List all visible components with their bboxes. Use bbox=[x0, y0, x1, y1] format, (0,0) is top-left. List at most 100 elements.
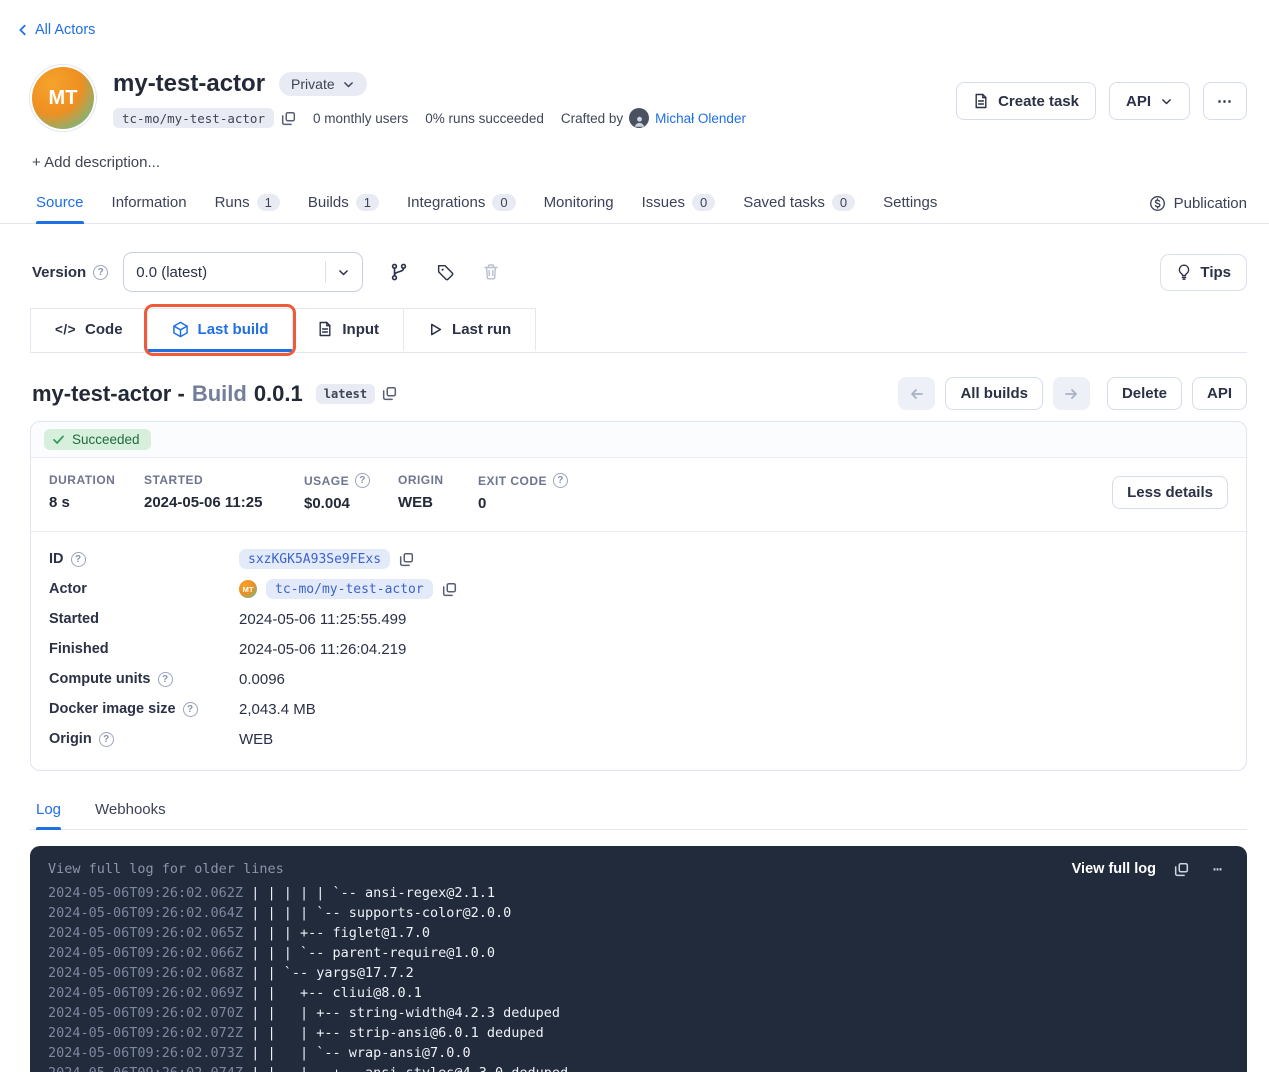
subtab-last-run[interactable]: Last run bbox=[403, 308, 536, 352]
help-icon[interactable]: ? bbox=[355, 473, 370, 488]
help-icon[interactable]: ? bbox=[183, 702, 198, 717]
log-tab-webhooks[interactable]: Webhooks bbox=[95, 793, 166, 829]
tab-settings[interactable]: Settings bbox=[883, 184, 937, 223]
subtab-label: Last run bbox=[452, 321, 511, 338]
version-select[interactable]: 0.0 (latest) bbox=[123, 252, 363, 292]
copy-slug-button[interactable] bbox=[281, 111, 296, 126]
build-api-button[interactable]: API bbox=[1192, 377, 1247, 410]
tab-label: Settings bbox=[883, 194, 937, 211]
detail-label: Started bbox=[49, 611, 239, 627]
log-line: 2024-05-06T09:26:02.062Z| | | | | `-- an… bbox=[48, 883, 1229, 903]
previous-build-button[interactable] bbox=[898, 377, 935, 410]
add-description-link[interactable]: + Add description... bbox=[32, 154, 1247, 171]
log-timestamp: 2024-05-06T09:26:02.072Z bbox=[48, 1025, 243, 1041]
subtab-code[interactable]: </>Code bbox=[30, 308, 147, 352]
stat-origin: ORIGIN WEB bbox=[398, 473, 478, 511]
detail-label-text: Compute units bbox=[49, 671, 151, 687]
author-link[interactable]: Michał Olender bbox=[655, 111, 746, 126]
help-icon[interactable]: ? bbox=[99, 732, 114, 747]
create-task-button[interactable]: Create task bbox=[956, 82, 1096, 120]
arrow-right-icon bbox=[1063, 386, 1079, 402]
tab-monitoring[interactable]: Monitoring bbox=[544, 184, 614, 223]
git-branch-icon[interactable] bbox=[389, 262, 409, 282]
runs-succeeded-stat: 0% runs succeeded bbox=[425, 111, 544, 126]
copy-build-button[interactable] bbox=[382, 386, 397, 401]
stat-label-text: ORIGIN bbox=[398, 473, 444, 487]
help-icon[interactable]: ? bbox=[71, 552, 86, 567]
log-message: | | +-- cliui@8.0.1 bbox=[251, 985, 422, 1001]
log-timestamp: 2024-05-06T09:26:02.062Z bbox=[48, 885, 243, 901]
stat-usage: USAGE?$0.004 bbox=[304, 473, 398, 512]
person-icon bbox=[633, 115, 646, 128]
visibility-dropdown[interactable]: Private bbox=[279, 72, 367, 96]
tab-runs[interactable]: Runs1 bbox=[215, 184, 280, 223]
log-tab-log[interactable]: Log bbox=[36, 793, 61, 829]
detail-row-docker-image-size: Docker image size?2,043.4 MB bbox=[49, 694, 1228, 724]
api-dropdown-button[interactable]: API bbox=[1109, 82, 1190, 120]
tab-label: Saved tasks bbox=[743, 194, 825, 211]
copy-id-button[interactable] bbox=[399, 552, 414, 567]
detail-value: WEB bbox=[239, 731, 273, 748]
log-line: 2024-05-06T09:26:02.065Z| | | +-- figlet… bbox=[48, 923, 1229, 943]
version-icon-buttons bbox=[389, 262, 500, 282]
view-full-log-button[interactable]: View full log bbox=[1072, 859, 1156, 879]
tab-label: Issues bbox=[642, 194, 685, 211]
crafted-by: Crafted by Michał Olender bbox=[561, 108, 746, 128]
tab-issues[interactable]: Issues0 bbox=[642, 184, 716, 223]
tab-builds[interactable]: Builds1 bbox=[308, 184, 379, 223]
log-message: | | | `-- wrap-ansi@7.0.0 bbox=[251, 1045, 470, 1061]
help-icon[interactable]: ? bbox=[553, 473, 568, 488]
less-details-button[interactable]: Less details bbox=[1112, 476, 1228, 509]
build-title-build: Build bbox=[192, 381, 247, 407]
log-timestamp: 2024-05-06T09:26:02.064Z bbox=[48, 905, 243, 921]
tab-label: Source bbox=[36, 194, 84, 211]
code-icon: </> bbox=[55, 322, 76, 337]
chevron-down-icon bbox=[337, 266, 350, 279]
build-details-list: ID?sxzKGK5A93Se9FExsActorMTtc-mo/my-test… bbox=[31, 531, 1246, 770]
tips-button[interactable]: Tips bbox=[1160, 254, 1247, 291]
tag-icon[interactable] bbox=[436, 263, 455, 282]
top-bar: All Actors bbox=[0, 0, 1269, 41]
subtab-label: Input bbox=[342, 321, 379, 338]
back-link-all-actors[interactable]: All Actors bbox=[16, 22, 95, 38]
detail-value-text: 2024-05-06 11:25:55.499 bbox=[239, 611, 406, 628]
log-more-button[interactable]: ⋯ bbox=[1207, 859, 1229, 879]
tab-source[interactable]: Source bbox=[36, 184, 84, 223]
trash-icon[interactable] bbox=[482, 263, 500, 281]
tab-saved-tasks[interactable]: Saved tasks 0 bbox=[743, 184, 855, 223]
detail-row-id: ID?sxzKGK5A93Se9FExs bbox=[49, 544, 1228, 574]
tab-label: Monitoring bbox=[544, 194, 614, 211]
tab-integrations[interactable]: Integrations0 bbox=[407, 184, 516, 223]
stat-label-text: DURATION bbox=[49, 473, 115, 487]
check-icon bbox=[52, 433, 65, 446]
view-full-log-older-link[interactable]: View full log for older lines bbox=[48, 859, 284, 879]
stat-label: ORIGIN bbox=[398, 473, 478, 487]
subtab-last-build[interactable]: Last build bbox=[147, 308, 293, 352]
stat-exit-code: EXIT CODE?0 bbox=[478, 473, 568, 512]
subtab-input[interactable]: Input bbox=[292, 308, 403, 352]
log-message: | | | `-- parent-require@1.0.0 bbox=[251, 945, 495, 961]
all-builds-button[interactable]: All builds bbox=[945, 377, 1043, 410]
visibility-label: Private bbox=[291, 76, 335, 92]
build-detail-card: Succeeded DURATION8 sSTARTED2024-05-06 1… bbox=[30, 421, 1247, 771]
log-message: | | | +-- figlet@1.7.0 bbox=[251, 925, 430, 941]
version-row: Version ? 0.0 (latest) Tips bbox=[32, 252, 1247, 292]
stat-value: WEB bbox=[398, 494, 478, 511]
tab-information[interactable]: Information bbox=[112, 184, 187, 223]
tab-count-badge: 0 bbox=[832, 194, 855, 211]
tab-count-badge: 1 bbox=[257, 194, 280, 211]
copy-log-button[interactable] bbox=[1174, 862, 1189, 877]
detail-value: 0.0096 bbox=[239, 671, 285, 688]
publication-label: Publication bbox=[1174, 195, 1247, 212]
more-actions-button[interactable]: ⋯ bbox=[1203, 82, 1247, 120]
help-icon[interactable]: ? bbox=[158, 672, 173, 687]
publication-link[interactable]: Publication bbox=[1149, 195, 1247, 212]
next-build-button[interactable] bbox=[1053, 377, 1090, 410]
copy-actor-button[interactable] bbox=[442, 582, 457, 597]
delete-build-button[interactable]: Delete bbox=[1107, 377, 1182, 410]
log-message: | | | | `-- supports-color@2.0.0 bbox=[251, 905, 511, 921]
help-icon[interactable]: ? bbox=[93, 265, 108, 280]
detail-value-text: WEB bbox=[239, 731, 273, 748]
source-subtabs: </>CodeLast build Input Last run bbox=[30, 308, 1247, 353]
build-title: my-test-actor - Build 0.0.1 latest bbox=[32, 381, 397, 407]
